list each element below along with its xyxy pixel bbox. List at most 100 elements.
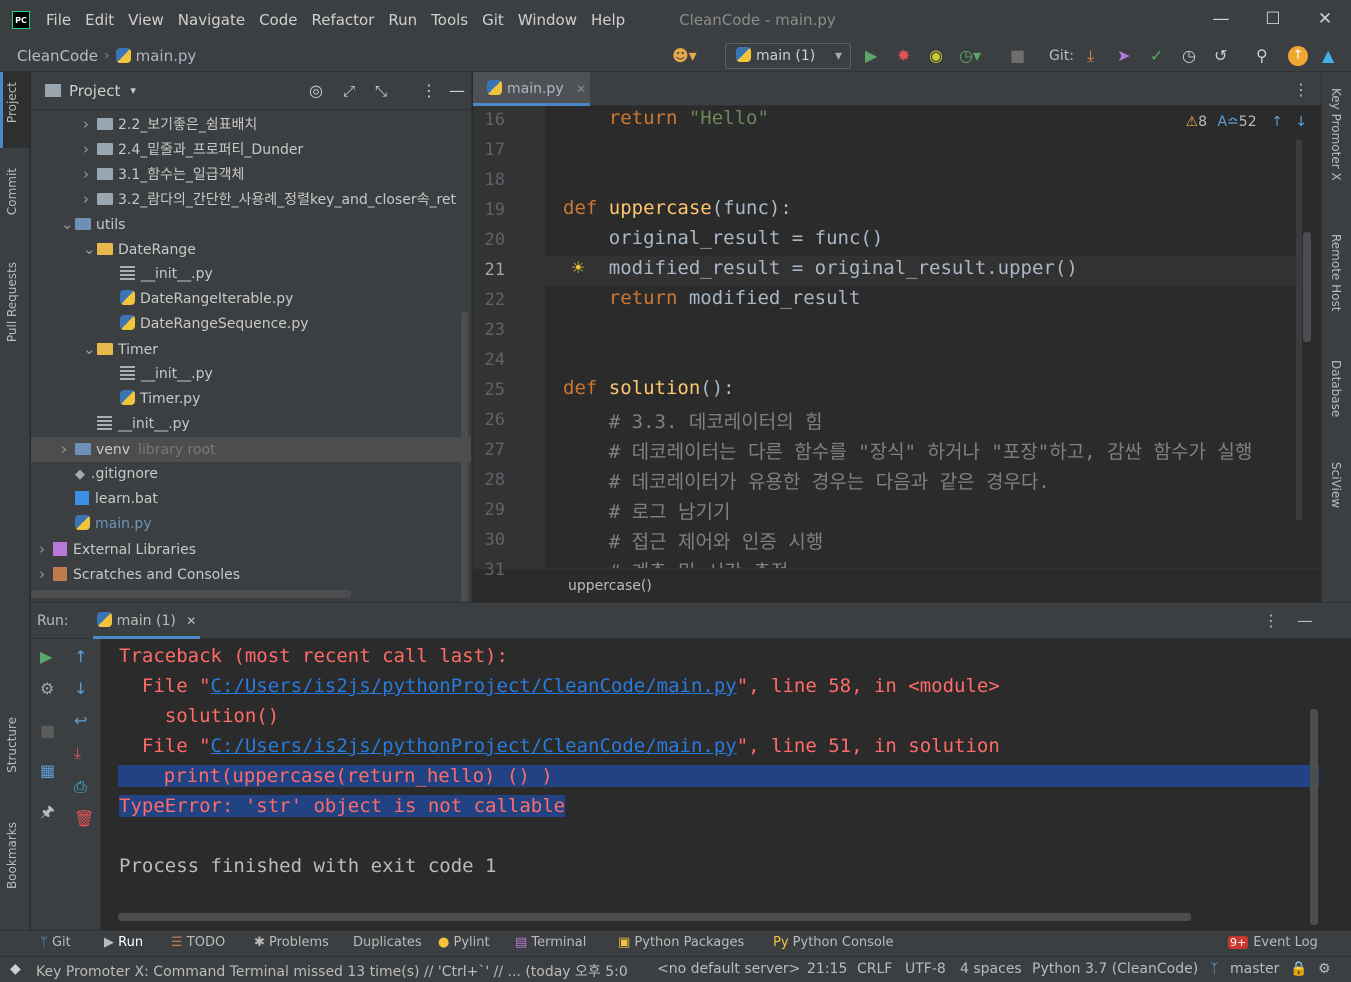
tree-item[interactable]: › 3.1_함수는_일급객체 xyxy=(83,162,244,187)
chevron-down-icon[interactable]: ⌄ xyxy=(61,212,75,237)
next-highlight-icon[interactable]: ↓ xyxy=(1295,114,1307,130)
status-branch[interactable]: master xyxy=(1230,961,1279,977)
menu-code[interactable]: Code xyxy=(259,11,297,29)
tree-item[interactable]: __init__.py xyxy=(106,362,213,387)
arrow-up-icon[interactable]: ↑ xyxy=(74,647,87,666)
console-scrollbar[interactable] xyxy=(1310,709,1318,925)
breadcrumb-file[interactable]: main.py xyxy=(136,47,197,65)
tree-item[interactable]: › External Libraries xyxy=(39,537,196,562)
status-interpreter[interactable]: Python 3.7 (CleanCode) xyxy=(1032,961,1198,977)
expand-all-icon[interactable]: ⤢ xyxy=(343,82,355,100)
tab-key-promoter[interactable]: Key Promoter X xyxy=(1329,88,1343,181)
editor-scrollbar[interactable] xyxy=(1303,232,1311,342)
tree-item[interactable]: Timer.py xyxy=(106,387,200,412)
tree-item[interactable]: › venv library root xyxy=(31,437,471,462)
maximize-icon[interactable]: ☐ xyxy=(1247,0,1299,40)
soft-wrap-icon[interactable]: ↩ xyxy=(74,711,87,730)
chevron-right-icon[interactable]: › xyxy=(83,162,97,187)
more-options-icon[interactable]: ⋮ xyxy=(1263,611,1279,630)
close-tab-icon[interactable]: ✕ xyxy=(186,614,196,628)
close-tab-icon[interactable]: ✕ xyxy=(576,82,586,96)
code-line[interactable]: # 데코레이터는 다른 함수를 "장식" 하거나 "포장"하고, 감싼 함수가 … xyxy=(563,437,1253,464)
tree-item[interactable]: ⌄ utils xyxy=(61,212,125,237)
tool-tab-python-console[interactable]: Py Python Console xyxy=(773,935,893,950)
tree-item[interactable]: ⌄ Timer xyxy=(83,337,158,362)
rerun-icon[interactable]: ▶ xyxy=(40,647,52,666)
hide-panel-icon[interactable]: — xyxy=(449,81,465,100)
tool-tab-run[interactable]: ▶ Run xyxy=(104,935,143,950)
menu-refactor[interactable]: Refactor xyxy=(311,11,374,29)
hide-panel-icon[interactable]: — xyxy=(1297,611,1313,630)
lock-icon[interactable]: 🔒 xyxy=(1290,961,1307,977)
coverage-icon[interactable]: ◉ xyxy=(929,46,943,66)
stop-icon[interactable]: ■ xyxy=(1010,46,1025,66)
status-message[interactable]: Key Promoter X: Command Terminal missed … xyxy=(36,961,628,981)
pin-tab-icon[interactable]: 🖈 xyxy=(40,801,55,828)
chevron-down-icon[interactable]: ⌄ xyxy=(83,237,97,262)
tree-item[interactable]: ⌄ DateRange xyxy=(83,237,196,262)
tree-scrollbar[interactable] xyxy=(461,312,468,602)
arrow-down-icon[interactable]: ↓ xyxy=(74,679,87,698)
breadcrumb-project[interactable]: CleanCode xyxy=(17,47,98,65)
chevron-right-icon[interactable]: › xyxy=(83,112,97,137)
collapse-all-icon[interactable]: ⤡ xyxy=(375,82,387,100)
chevron-right-icon[interactable]: › xyxy=(39,537,53,562)
run-configuration-select[interactable]: main (1) ▾ xyxy=(725,43,851,69)
code-line[interactable]: # 접근 제어와 인증 시행 xyxy=(563,527,824,554)
console-horizontal-scrollbar[interactable] xyxy=(118,913,1191,921)
history-icon[interactable]: ◷ xyxy=(1182,46,1196,66)
menu-file[interactable]: File xyxy=(46,11,71,29)
tree-item[interactable]: learn.bat xyxy=(61,487,158,512)
menu-view[interactable]: View xyxy=(128,11,164,29)
more-options-icon[interactable]: ⋮ xyxy=(1293,80,1309,99)
trash-icon[interactable]: 🗑 xyxy=(74,809,94,828)
code-line[interactable]: return "Hello" xyxy=(563,107,769,129)
chevron-right-icon[interactable]: › xyxy=(61,437,75,462)
jetbrains-space-icon[interactable]: ▲ xyxy=(1322,46,1334,66)
tab-database[interactable]: Database xyxy=(1329,360,1343,417)
tree-item[interactable]: › 2.2_보기좋은_쉼표배치 xyxy=(83,112,257,137)
code-breadcrumb[interactable]: uppercase() xyxy=(473,568,1321,602)
menu-git[interactable]: Git xyxy=(482,11,504,29)
minimize-icon[interactable]: — xyxy=(1195,0,1247,40)
tab-bookmarks[interactable]: Bookmarks xyxy=(5,822,19,889)
chevron-down-icon[interactable]: ▾ xyxy=(130,84,136,97)
user-icon[interactable]: ☻▾ xyxy=(672,46,697,66)
print-icon[interactable]: ⎙ xyxy=(74,777,87,797)
tool-tab-problems[interactable]: ✱ Problems xyxy=(254,935,329,950)
tree-item[interactable]: › Scratches and Consoles xyxy=(39,562,240,587)
profile-icon[interactable]: ◷▾ xyxy=(959,46,981,66)
tool-tab-duplicates[interactable]: Duplicates xyxy=(353,935,422,950)
error-stripe[interactable] xyxy=(1296,140,1302,520)
status-layout-icon[interactable]: ◆ xyxy=(10,961,21,977)
tree-item[interactable]: ◆ .gitignore xyxy=(61,462,158,487)
inspector-icon[interactable]: ⚙ xyxy=(1318,961,1331,977)
code-line[interactable]: original_result = func() xyxy=(563,227,884,249)
settings-icon[interactable]: ⚙ xyxy=(40,679,54,698)
tool-tab-terminal[interactable]: ▤ Terminal xyxy=(515,935,586,950)
git-push-icon[interactable]: ➤ xyxy=(1117,46,1130,66)
intention-bulb-icon[interactable]: ☀ xyxy=(571,258,585,277)
tree-horizontal-scrollbar[interactable] xyxy=(31,590,351,598)
status-encoding[interactable]: UTF-8 xyxy=(905,961,946,977)
chevron-right-icon[interactable]: › xyxy=(83,187,97,212)
chevron-down-icon[interactable]: ⌄ xyxy=(83,337,97,362)
code-line[interactable]: def uppercase(func): xyxy=(563,197,792,219)
tree-item[interactable]: __init__.py xyxy=(106,262,213,287)
tool-tab-todo[interactable]: ☰ TODO xyxy=(171,935,225,950)
git-update-icon[interactable]: ⤓ xyxy=(1087,46,1094,66)
tree-item[interactable]: __init__.py xyxy=(83,412,190,437)
inspection-widget[interactable]: ⚠8 A≏52 ↑ ↓ xyxy=(1186,114,1307,130)
console-file-link[interactable]: C:/Users/is2js/pythonProject/CleanCode/m… xyxy=(211,675,737,697)
menu-edit[interactable]: Edit xyxy=(85,11,114,29)
tab-remote-host[interactable]: Remote Host xyxy=(1329,234,1343,311)
tab-sciview[interactable]: SciView xyxy=(1329,462,1343,508)
rollback-icon[interactable]: ↺ xyxy=(1214,46,1227,66)
status-indent[interactable]: 4 spaces xyxy=(960,961,1022,977)
code-line[interactable]: # 3.3. 데코레이터의 힘 xyxy=(563,407,823,434)
run-tab[interactable]: main (1) ✕ xyxy=(92,603,201,639)
locate-icon[interactable]: ◎ xyxy=(309,81,323,100)
status-position[interactable]: 21:15 xyxy=(807,961,847,977)
code-line[interactable]: return modified_result xyxy=(563,287,861,309)
debug-icon[interactable]: ✹ xyxy=(897,46,910,66)
